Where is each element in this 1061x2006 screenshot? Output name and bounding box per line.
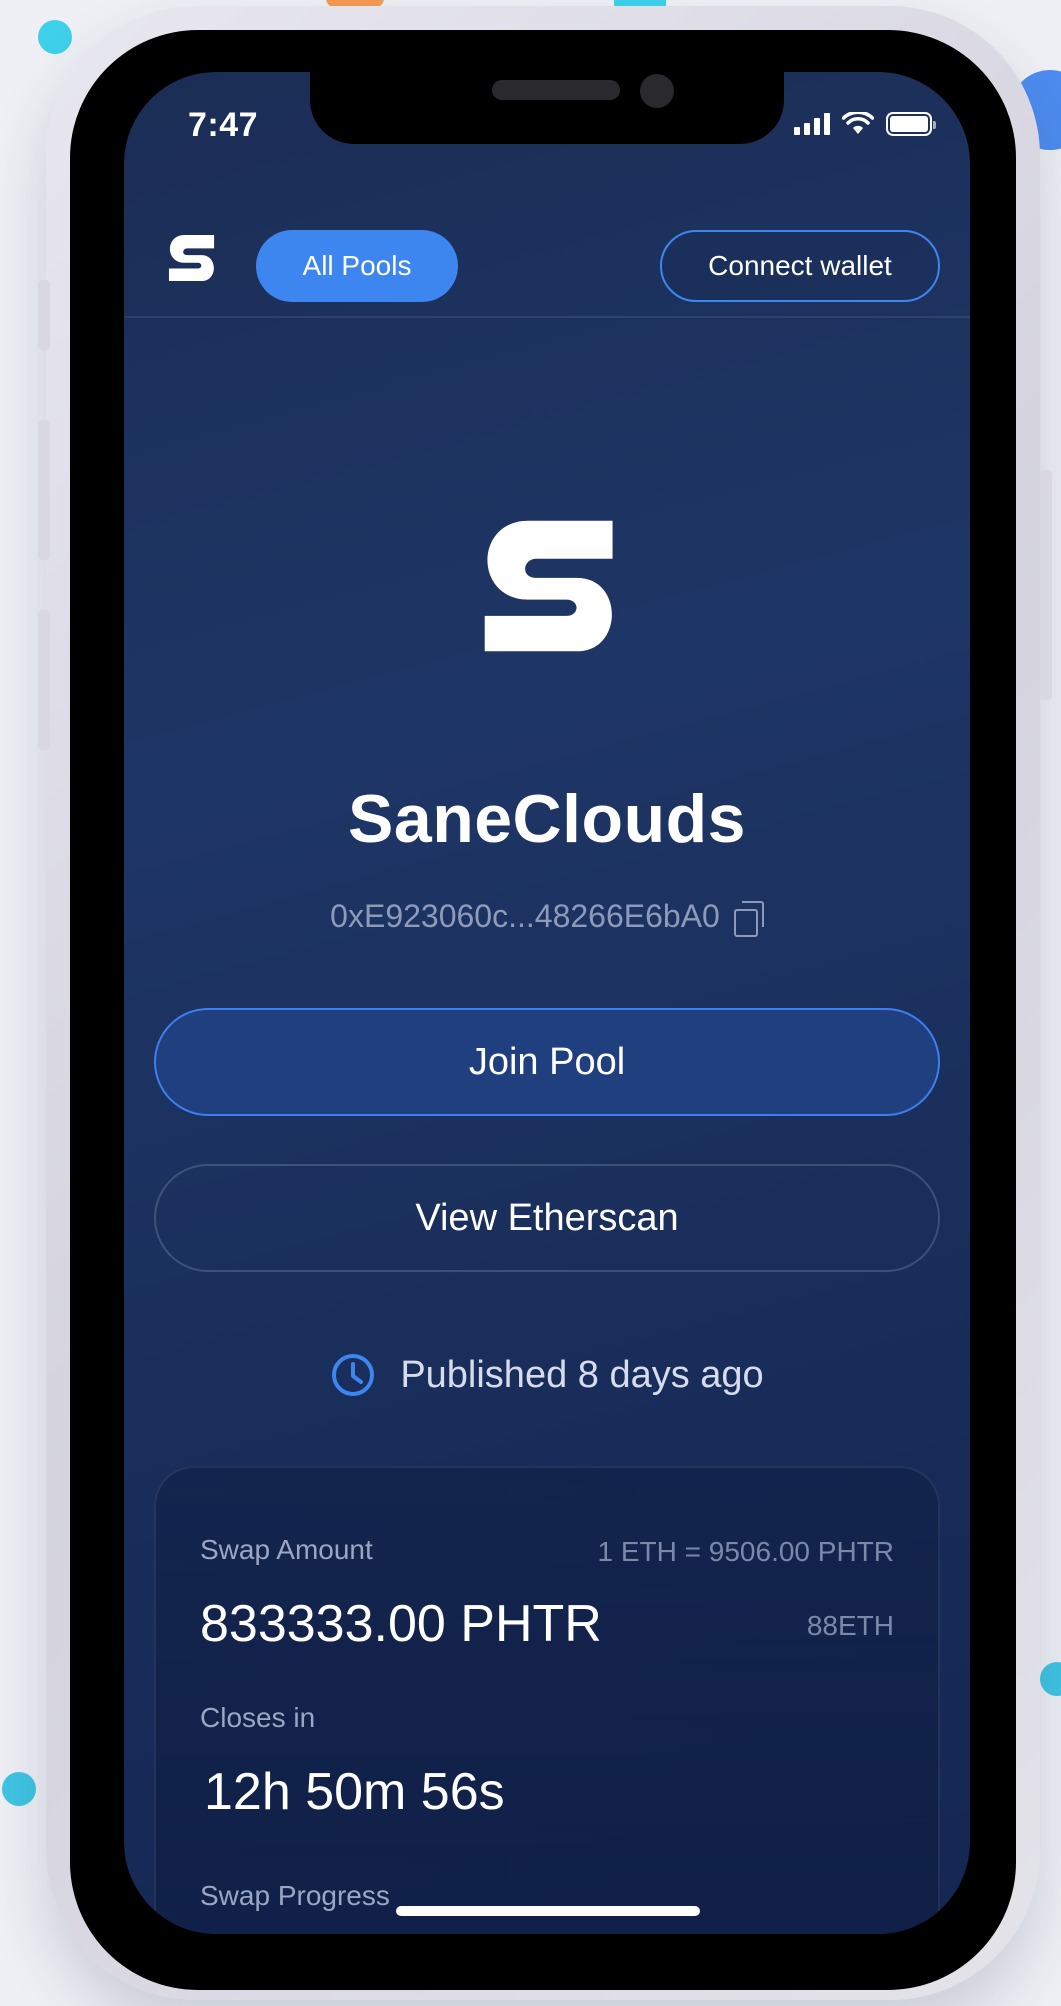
- phone-volume-up: [38, 420, 50, 560]
- swap-amount-value: 833333.00 PHTR: [200, 1595, 602, 1653]
- pool-title: SaneClouds: [348, 781, 746, 857]
- home-indicator[interactable]: [396, 1906, 700, 1916]
- decor-dot: [1040, 1662, 1061, 1696]
- app-header: All Pools Connect wallet: [124, 210, 970, 318]
- swap-amount-label: Swap Amount: [200, 1534, 373, 1565]
- copy-icon[interactable]: [733, 900, 764, 937]
- swap-progress-label: Swap Progress: [200, 1880, 390, 1911]
- all-pools-button[interactable]: All Pools: [256, 230, 458, 302]
- phone-volume-down: [38, 610, 50, 750]
- front-camera: [640, 74, 674, 108]
- clock-icon: [332, 1354, 375, 1396]
- signal-icon: [794, 113, 830, 135]
- phone-mute-switch: [38, 280, 50, 350]
- decor-dot: [38, 20, 72, 54]
- swap-rate: 1 ETH = 9506.00 PHTR: [597, 1536, 894, 1567]
- published-info: Published 8 days ago: [124, 1352, 970, 1398]
- join-pool-button[interactable]: Join Pool: [154, 1008, 940, 1116]
- phone-notch: [310, 72, 784, 144]
- speaker-grille: [492, 80, 620, 100]
- decor-dot: [2, 1772, 36, 1806]
- sane-logo-icon: [484, 520, 613, 652]
- status-icons: [794, 112, 936, 136]
- battery-icon: [886, 112, 936, 136]
- status-time: 7:47: [188, 106, 259, 144]
- published-text: Published 8 days ago: [400, 1353, 764, 1396]
- sane-logo-icon[interactable]: [168, 234, 216, 282]
- swap-eth-amount: 88ETH: [806, 1610, 894, 1641]
- view-etherscan-button[interactable]: View Etherscan: [154, 1164, 940, 1272]
- connect-wallet-button[interactable]: Connect wallet: [660, 230, 940, 302]
- phone-power-button: [1040, 470, 1052, 700]
- wifi-icon: [842, 112, 874, 134]
- closes-in-label: Closes in: [200, 1702, 316, 1733]
- closes-in-value: 12h 50m 56s: [204, 1763, 505, 1821]
- app-screen: 7:47 All Pools Connect wallet SaneClouds…: [124, 72, 970, 1934]
- pool-address: 0xE923060c...48266E6bA0: [330, 898, 720, 934]
- pool-address-row: 0xE923060c...48266E6bA0: [124, 898, 970, 937]
- swap-card: Swap Amount 1 ETH = 9506.00 PHTR 833333.…: [154, 1466, 940, 1934]
